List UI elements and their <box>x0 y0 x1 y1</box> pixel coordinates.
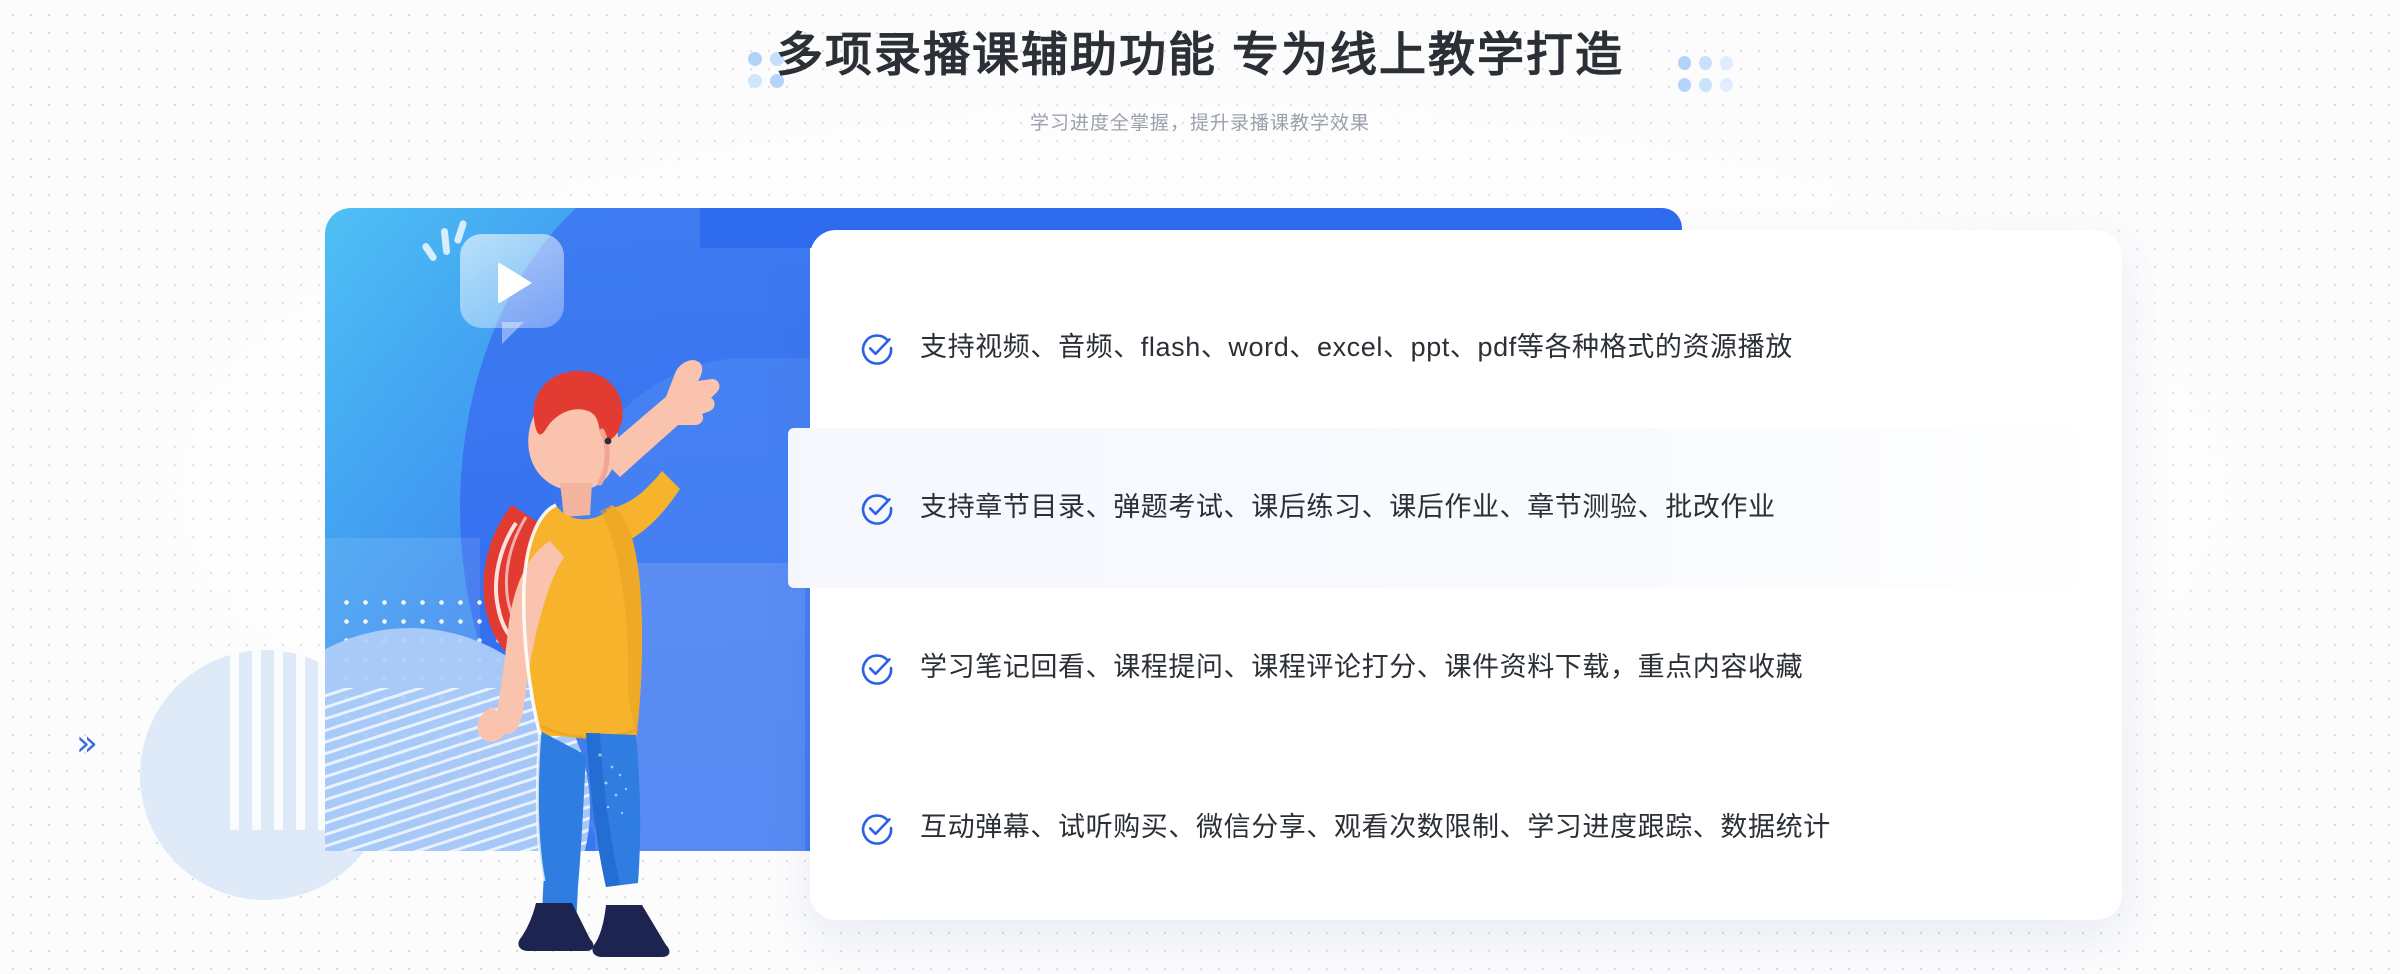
feature-row[interactable]: 学习笔记回看、课程提问、课程评论打分、课件资料下载，重点内容收藏 <box>810 588 2122 748</box>
feature-row[interactable]: 互动弹幕、试听购买、微信分享、观看次数限制、学习进度跟踪、数据统计 <box>810 748 2122 908</box>
check-circle-icon <box>860 491 894 525</box>
feature-card: 支持视频、音频、flash、word、excel、ppt、pdf等各种格式的资源… <box>788 230 2122 920</box>
feature-text: 互动弹幕、试听购买、微信分享、观看次数限制、学习进度跟踪、数据统计 <box>920 812 1831 843</box>
promo-banner: 多项录播课辅助功能 专为线上教学打造 学习进度全掌握，提升录播课教学效果 » « <box>0 0 2400 974</box>
header: 多项录播课辅助功能 专为线上教学打造 学习进度全掌握，提升录播课教学效果 <box>0 0 2400 160</box>
check-circle-icon <box>860 651 894 685</box>
page-subtitle: 学习进度全掌握，提升录播课教学效果 <box>1029 113 1370 134</box>
check-circle-icon <box>860 811 894 845</box>
feature-text: 支持章节目录、弹题考试、课后练习、课后作业、章节测验、批改作业 <box>920 492 1776 523</box>
check-circle-icon <box>860 331 894 365</box>
feature-row[interactable]: 支持章节目录、弹题考试、课后练习、课后作业、章节测验、批改作业 <box>788 428 2122 588</box>
person-illustration <box>430 255 750 957</box>
chevron-right-icon: » <box>76 723 99 764</box>
feature-list: 支持视频、音频、flash、word、excel、ppt、pdf等各种格式的资源… <box>788 230 2122 920</box>
feature-row[interactable]: 支持视频、音频、flash、word、excel、ppt、pdf等各种格式的资源… <box>810 268 2122 428</box>
feature-text: 支持视频、音频、flash、word、excel、ppt、pdf等各种格式的资源… <box>920 332 1793 363</box>
feature-text: 学习笔记回看、课程提问、课程评论打分、课件资料下载，重点内容收藏 <box>920 652 1804 683</box>
page-title: 多项录播课辅助功能 专为线上教学打造 <box>775 28 1625 81</box>
